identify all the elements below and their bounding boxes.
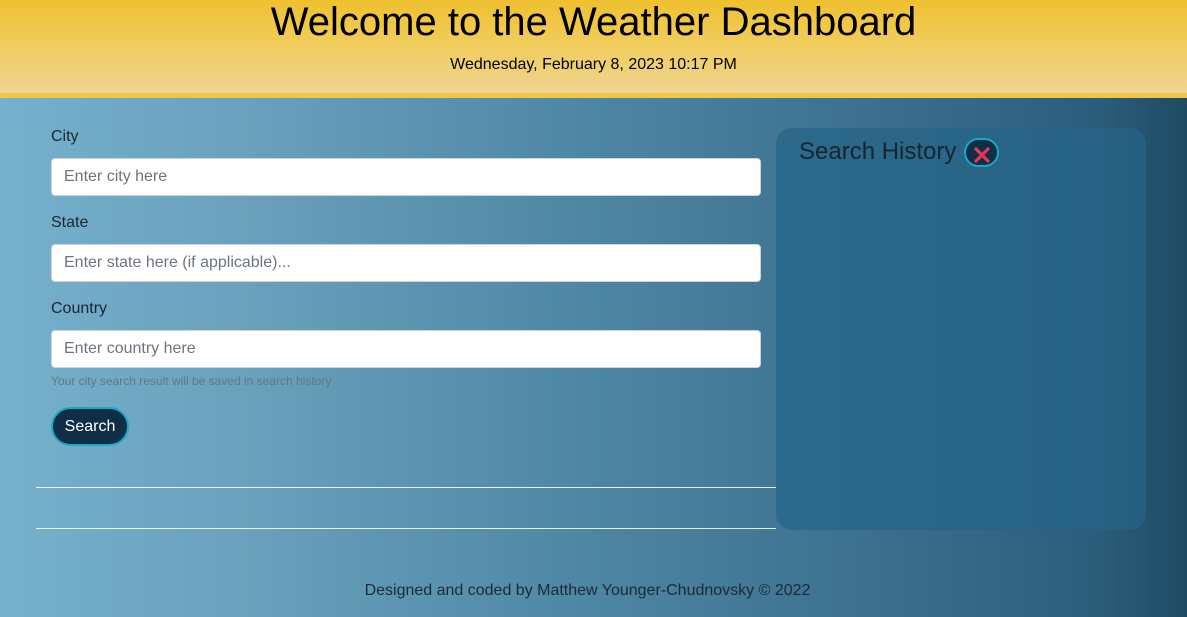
page-header: Welcome to the Weather Dashboard Wednesd… [0, 0, 1187, 98]
clear-history-button[interactable] [964, 138, 999, 167]
state-input[interactable] [51, 244, 761, 282]
weather-divider-bottom [36, 528, 776, 529]
close-icon [973, 147, 990, 163]
search-history-title: Search History [799, 138, 957, 165]
search-help-text: Your city search result will be saved in… [51, 374, 332, 388]
country-label: Country [51, 300, 108, 317]
current-date: Wednesday, February 8, 2023 10:17 PM [450, 56, 737, 73]
page-title: Welcome to the Weather Dashboard [270, 0, 917, 44]
search-button[interactable]: Search [51, 407, 129, 446]
city-input[interactable] [51, 158, 761, 196]
state-label: State [51, 214, 89, 231]
country-input[interactable] [51, 330, 761, 368]
city-label: City [51, 128, 79, 145]
weather-divider-top [36, 487, 776, 488]
search-history-panel: Search History [776, 128, 1146, 530]
footer-credit: Designed and coded by Matthew Younger-Ch… [364, 582, 811, 599]
